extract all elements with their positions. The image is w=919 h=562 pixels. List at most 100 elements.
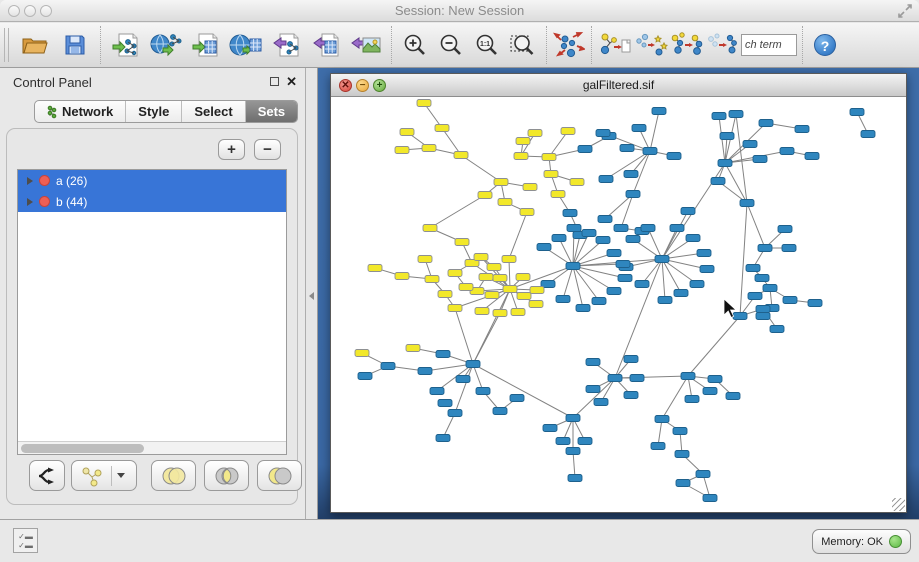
- toolbar-grip[interactable]: [4, 28, 9, 62]
- graph-node[interactable]: [616, 261, 630, 268]
- graph-node[interactable]: [436, 351, 450, 358]
- graph-node[interactable]: [753, 156, 767, 163]
- graph-node[interactable]: [406, 345, 420, 352]
- tab-sets[interactable]: Sets: [246, 101, 297, 122]
- tab-select[interactable]: Select: [182, 101, 245, 122]
- graph-node[interactable]: [696, 471, 710, 478]
- graph-node[interactable]: [614, 225, 628, 232]
- graph-node[interactable]: [422, 145, 436, 152]
- graph-node[interactable]: [479, 274, 493, 281]
- graph-node[interactable]: [478, 192, 492, 199]
- graph-node[interactable]: [620, 145, 634, 152]
- set-row-a[interactable]: a (26): [18, 170, 286, 191]
- graph-node[interactable]: [596, 130, 610, 137]
- graph-node[interactable]: [400, 129, 414, 136]
- show-all-icon[interactable]: [706, 28, 740, 62]
- graph-node[interactable]: [516, 274, 530, 281]
- graph-node[interactable]: [566, 415, 580, 422]
- graph-node[interactable]: [537, 244, 551, 251]
- graph-node[interactable]: [630, 375, 644, 382]
- open-session-icon[interactable]: [18, 28, 52, 62]
- graph-node[interactable]: [607, 250, 621, 257]
- graph-node[interactable]: [578, 146, 592, 153]
- graph-node[interactable]: [517, 293, 531, 300]
- graph-node[interactable]: [582, 230, 596, 237]
- graph-node[interactable]: [681, 373, 695, 380]
- graph-node[interactable]: [529, 301, 543, 308]
- difference-sets-button[interactable]: [257, 460, 302, 491]
- graph-node[interactable]: [746, 265, 760, 272]
- graph-node[interactable]: [592, 298, 606, 305]
- split-sets-button[interactable]: [29, 460, 65, 491]
- graph-node[interactable]: [675, 451, 689, 458]
- graph-node[interactable]: [755, 275, 769, 282]
- graph-node[interactable]: [594, 399, 608, 406]
- graph-node[interactable]: [528, 130, 542, 137]
- graph-node[interactable]: [703, 388, 717, 395]
- graph-node[interactable]: [618, 275, 632, 282]
- zoom-out-icon[interactable]: [434, 28, 468, 62]
- graph-node[interactable]: [720, 133, 734, 140]
- close-button[interactable]: [8, 5, 20, 17]
- graph-node[interactable]: [448, 270, 462, 277]
- graph-node[interactable]: [381, 363, 395, 370]
- graph-node[interactable]: [544, 171, 558, 178]
- graph-node[interactable]: [435, 125, 449, 132]
- graph-node[interactable]: [643, 148, 657, 155]
- frame-maximize-button[interactable]: +: [373, 79, 386, 92]
- resize-grip[interactable]: [892, 498, 905, 511]
- graph-node[interactable]: [651, 443, 665, 450]
- graph-node[interactable]: [355, 350, 369, 357]
- network-view-titlebar[interactable]: ✕ − + galFiltered.sif: [331, 74, 906, 97]
- graph-node[interactable]: [418, 368, 432, 375]
- graph-node[interactable]: [542, 154, 556, 161]
- import-network-file-icon[interactable]: [109, 28, 143, 62]
- graph-node[interactable]: [805, 153, 819, 160]
- select-first-neighbors-icon[interactable]: [670, 28, 704, 62]
- graph-node[interactable]: [652, 108, 666, 115]
- graph-node[interactable]: [566, 263, 580, 270]
- graph-node[interactable]: [561, 128, 575, 135]
- graph-node[interactable]: [493, 275, 507, 282]
- add-set-button[interactable]: +: [218, 139, 245, 160]
- graph-node[interactable]: [712, 113, 726, 120]
- graph-node[interactable]: [681, 208, 695, 215]
- graph-node[interactable]: [485, 292, 499, 299]
- graph-node[interactable]: [658, 297, 672, 304]
- graph-node[interactable]: [674, 290, 688, 297]
- graph-node[interactable]: [685, 396, 699, 403]
- search-input[interactable]: [741, 34, 797, 56]
- graph-node[interactable]: [711, 178, 725, 185]
- graph-node[interactable]: [570, 179, 584, 186]
- graph-node[interactable]: [632, 125, 646, 132]
- graph-node[interactable]: [743, 141, 757, 148]
- graph-node[interactable]: [568, 475, 582, 482]
- graph-node[interactable]: [624, 392, 638, 399]
- graph-node[interactable]: [530, 287, 544, 294]
- import-network-url-icon[interactable]: [149, 28, 183, 62]
- graph-node[interactable]: [438, 400, 452, 407]
- graph-node[interactable]: [523, 184, 537, 191]
- graph-node[interactable]: [475, 308, 489, 315]
- graph-node[interactable]: [503, 286, 517, 293]
- graph-node[interactable]: [686, 235, 700, 242]
- graph-node[interactable]: [566, 448, 580, 455]
- graph-node[interactable]: [795, 126, 809, 133]
- graph-node[interactable]: [703, 495, 717, 502]
- help-button[interactable]: ?: [814, 34, 836, 56]
- graph-node[interactable]: [436, 435, 450, 442]
- graph-node[interactable]: [763, 285, 777, 292]
- graph-node[interactable]: [455, 239, 469, 246]
- graph-node[interactable]: [608, 375, 622, 382]
- graph-node[interactable]: [670, 225, 684, 232]
- graph-node[interactable]: [551, 191, 565, 198]
- graph-node[interactable]: [673, 428, 687, 435]
- frame-minimize-button[interactable]: −: [356, 79, 369, 92]
- export-table-icon[interactable]: [309, 28, 343, 62]
- intersection-sets-button[interactable]: [204, 460, 249, 491]
- graph-node[interactable]: [655, 256, 669, 263]
- apply-preferred-layout-icon[interactable]: [552, 28, 586, 62]
- graph-node[interactable]: [607, 288, 621, 295]
- graph-node[interactable]: [552, 235, 566, 242]
- graph-node[interactable]: [395, 147, 409, 154]
